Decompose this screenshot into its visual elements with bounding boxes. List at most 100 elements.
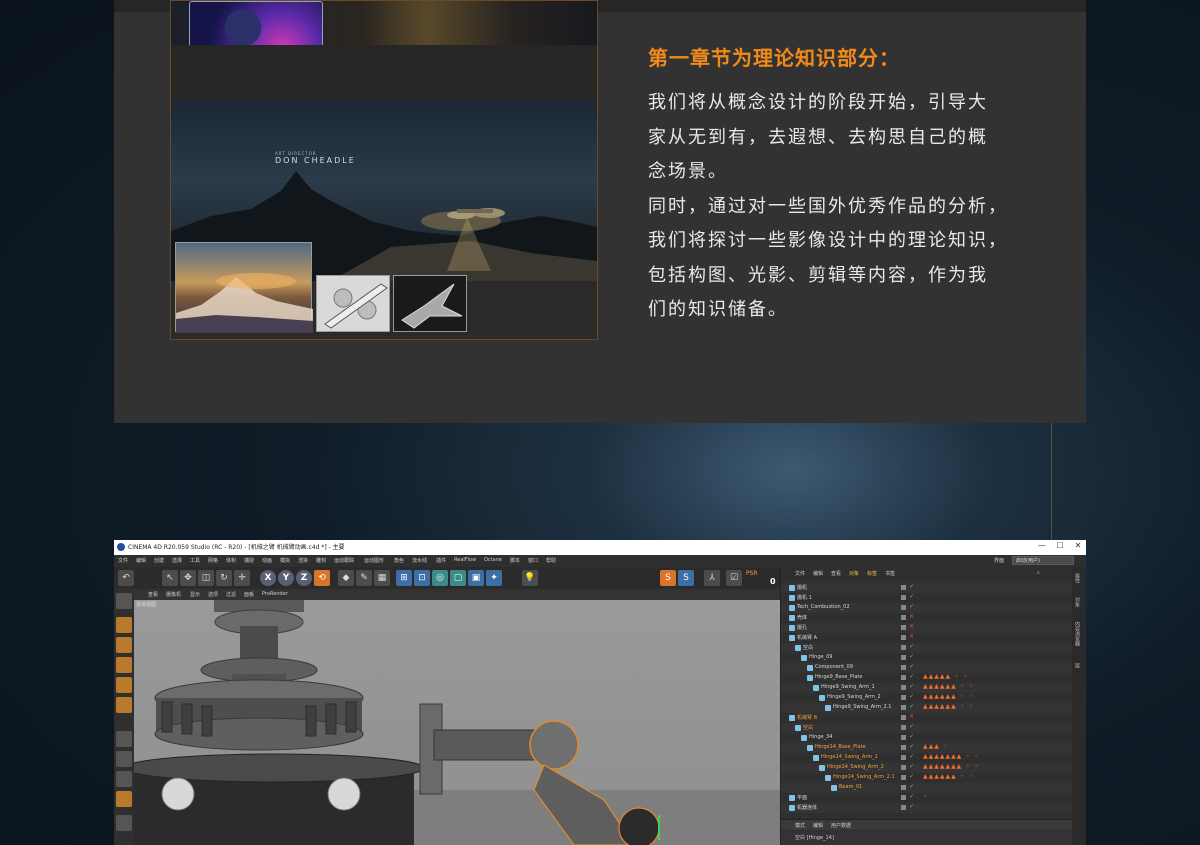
layer-flag-icon[interactable] xyxy=(901,665,906,670)
object-tree-row[interactable]: 机械臂 B ✕ xyxy=(781,713,1073,723)
snap-icon[interactable]: S xyxy=(660,570,676,586)
rotate-icon[interactable]: ↻ xyxy=(216,570,232,586)
menu-window[interactable]: 窗口 xyxy=(528,557,538,564)
object-tags[interactable]: ▲▲▲▲▲ ⁘ ⁘ xyxy=(923,673,969,680)
menu-volume[interactable]: 体积 xyxy=(226,557,236,564)
menu-select[interactable]: 选择 xyxy=(172,557,182,564)
layer-flag-icon[interactable] xyxy=(901,765,906,770)
object-tags[interactable]: ▲▲▲▲▲▲ ⁘ ⁘ xyxy=(923,703,975,710)
menu-help[interactable]: 帮助 xyxy=(546,557,556,564)
menu-tools[interactable]: 工具 xyxy=(190,557,200,564)
object-tree-row[interactable]: Hinge9_Swing_Arm_2 ✓ ▲▲▲▲▲▲ ⁘ ⁘ xyxy=(781,693,1073,703)
layer-flag-icon[interactable] xyxy=(901,605,906,610)
enabled-icon[interactable]: ✓ xyxy=(909,753,914,760)
object-tree-row[interactable]: 空白 ✓ xyxy=(781,643,1073,653)
cube-icon[interactable]: ⊞ xyxy=(396,570,412,586)
workplane-icon[interactable]: ⅄ xyxy=(704,570,720,586)
enabled-icon[interactable]: ✓ xyxy=(909,793,914,800)
attr-menu-edit[interactable]: 编辑 xyxy=(813,822,823,829)
snap-settings-icon[interactable]: S xyxy=(678,570,694,586)
object-tree-row[interactable]: 机械臂 A ✕ xyxy=(781,633,1073,643)
object-tree-row[interactable]: 空白 ✓ xyxy=(781,723,1073,733)
enabled-icon[interactable]: ✓ xyxy=(909,743,914,750)
z-axis-button[interactable]: Z xyxy=(296,570,312,586)
render-view-icon[interactable]: ◆ xyxy=(338,570,354,586)
object-tree-row[interactable]: 摄孔 ✕ xyxy=(781,623,1073,633)
menu-edit[interactable]: 编辑 xyxy=(136,557,146,564)
object-tree-row[interactable]: 机器连体 ✓ xyxy=(781,803,1073,813)
object-tree-row[interactable]: 摄机.1 ✓ xyxy=(781,593,1073,603)
side-tab-content-browser[interactable]: 内容浏览器 xyxy=(1074,621,1081,646)
enabled-icon[interactable]: ✓ xyxy=(909,583,914,590)
enabled-icon[interactable]: ✓ xyxy=(909,603,914,610)
disabled-icon[interactable]: ✕ xyxy=(909,613,914,620)
viewport-menu-panel[interactable]: 面板 xyxy=(244,591,254,598)
object-tree-row[interactable]: Hinge14_Swing_Arm_2 ✓ ▲▲▲▲▲▲▲ ⁘ ⁘ xyxy=(781,763,1073,773)
disabled-icon[interactable]: ✕ xyxy=(909,623,914,630)
layout-dropdown[interactable]: 启动(用户) xyxy=(1012,556,1074,565)
axis-mode-icon[interactable] xyxy=(116,731,132,747)
enabled-icon[interactable]: ✓ xyxy=(909,663,914,670)
enabled-icon[interactable]: ✓ xyxy=(909,773,914,780)
disabled-icon[interactable]: ✕ xyxy=(909,713,914,720)
menu-character[interactable]: 角色 xyxy=(394,557,404,564)
object-tree-row[interactable]: Tech_Combustion_02 ✓ xyxy=(781,603,1073,613)
layer-flag-icon[interactable] xyxy=(901,745,906,750)
deformer-icon[interactable]: ▣ xyxy=(468,570,484,586)
layer-flag-icon[interactable] xyxy=(901,595,906,600)
object-tree-row[interactable]: Hinge_09 ✓ xyxy=(781,653,1073,663)
edges-mode-icon[interactable] xyxy=(116,677,132,693)
points-mode-icon[interactable] xyxy=(116,657,132,673)
layer-flag-icon[interactable] xyxy=(901,725,906,730)
layer-flag-icon[interactable] xyxy=(901,775,906,780)
layer-flag-icon[interactable] xyxy=(901,785,906,790)
layer-flag-icon[interactable] xyxy=(901,615,906,620)
subdivision-icon[interactable]: ◎ xyxy=(432,570,448,586)
menu-mesh[interactable]: 网格 xyxy=(208,557,218,564)
viewport-menu-options[interactable]: 选项 xyxy=(208,591,218,598)
enabled-icon[interactable]: ✓ xyxy=(909,703,914,710)
om-menu-view[interactable]: 查看 xyxy=(831,570,841,577)
object-tree-row[interactable]: Hinge9_Base_Plate ✓ ▲▲▲▲▲ ⁘ ⁘ xyxy=(781,673,1073,683)
scale-icon[interactable]: ◫ xyxy=(198,570,214,586)
select-icon[interactable]: ↖ xyxy=(162,570,178,586)
snap-mode-icon[interactable] xyxy=(116,771,132,787)
menu-script[interactable]: 脚本 xyxy=(510,557,520,564)
object-tree-row[interactable]: Hinge9_Swing_Arm_1 ✓ ▲▲▲▲▲▲ ⁘ ⁘ xyxy=(781,683,1073,693)
minimize-button[interactable]: — xyxy=(1032,541,1052,550)
enabled-icon[interactable]: ✓ xyxy=(909,683,914,690)
layer-flag-icon[interactable] xyxy=(901,805,906,810)
enabled-icon[interactable]: ✓ xyxy=(909,673,914,680)
viewport-menu-camera[interactable]: 摄像机 xyxy=(166,591,181,598)
layer-flag-icon[interactable] xyxy=(901,705,906,710)
close-button[interactable]: ✕ xyxy=(1068,541,1086,550)
om-menu-tags[interactable]: 标签 xyxy=(867,570,877,577)
3d-viewport[interactable] xyxy=(134,600,780,845)
enabled-icon[interactable]: ✓ xyxy=(909,763,914,770)
side-tab-layers[interactable]: 层 xyxy=(1074,663,1081,668)
array-icon[interactable]: ▢ xyxy=(450,570,466,586)
search-icon[interactable]: ⌕ xyxy=(1037,570,1040,576)
object-tree-row[interactable]: Hinge_34 ✓ xyxy=(781,733,1073,743)
grid-icon[interactable] xyxy=(116,815,132,831)
menu-create[interactable]: 创建 xyxy=(154,557,164,564)
polygons-mode-icon[interactable] xyxy=(116,697,132,713)
object-tree-row[interactable]: Hinge14_Base_Plate ✓ ▲▲▲ ⁘ xyxy=(781,743,1073,753)
menu-plugins[interactable]: 插件 xyxy=(436,557,446,564)
object-tree-row[interactable]: 摄机 ✓ xyxy=(781,583,1073,593)
menu-realflow[interactable]: RealFlow xyxy=(454,557,476,563)
lock-workplane-icon[interactable] xyxy=(116,791,132,807)
object-tree-row[interactable]: 平面 ✓ ⁘ xyxy=(781,793,1073,803)
viewport-menu-filter[interactable]: 过滤 xyxy=(226,591,236,598)
model-mode-icon[interactable] xyxy=(116,593,132,609)
y-axis-button[interactable]: Y xyxy=(278,570,294,586)
layer-flag-icon[interactable] xyxy=(901,625,906,630)
layer-flag-icon[interactable] xyxy=(901,585,906,590)
object-tree-row[interactable]: Hinge14_Swing_Arm_1 ✓ ▲▲▲▲▲▲▲ ⁘ ⁘ xyxy=(781,753,1073,763)
viewport-menu-prorender[interactable]: ProRender xyxy=(262,591,288,597)
menu-sculpt[interactable]: 雕刻 xyxy=(316,557,326,564)
om-menu-edit[interactable]: 编辑 xyxy=(813,570,823,577)
pen-icon[interactable]: ⊡ xyxy=(414,570,430,586)
enabled-icon[interactable]: ✓ xyxy=(909,723,914,730)
layer-flag-icon[interactable] xyxy=(901,715,906,720)
